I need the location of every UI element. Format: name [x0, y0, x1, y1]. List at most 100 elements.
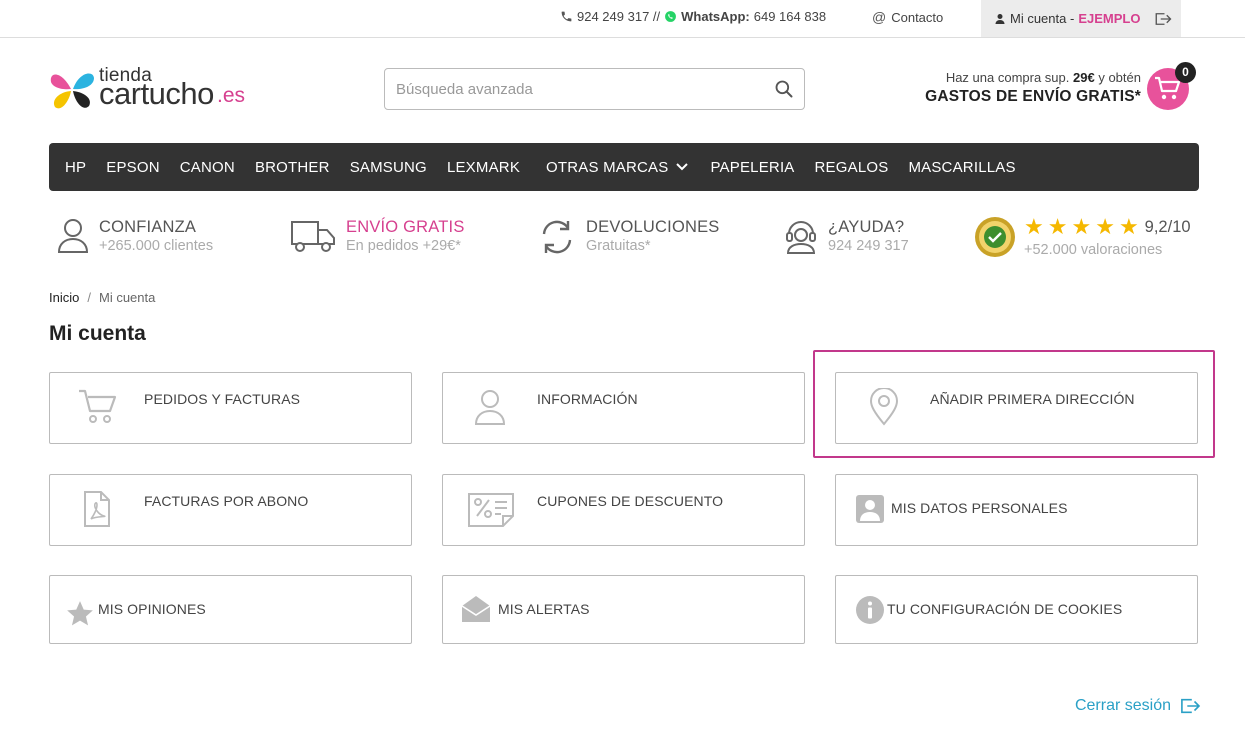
feature-confianza: CONFIANZA +265.000 clientes [57, 218, 213, 254]
feature-subtitle: Gratuitas* [586, 238, 651, 254]
nav-item-brother[interactable]: BROTHER [255, 159, 330, 176]
user-icon [474, 390, 506, 425]
whatsapp-icon [665, 11, 677, 22]
tile-cupones[interactable]: CUPONES DE DESCUENTO [442, 474, 805, 546]
tile-alertas[interactable]: MIS ALERTAS [442, 575, 805, 644]
nav-item-lexmark[interactable]: LEXMARK [447, 159, 520, 176]
tile-cookies[interactable]: TU CONFIGURACIÓN DE COOKIES [835, 575, 1198, 644]
tile-opiniones[interactable]: MIS OPINIONES [49, 575, 412, 644]
logout-label: Cerrar sesión [1074, 697, 1171, 714]
pdf-file-icon [84, 491, 110, 527]
free-shipping-promo: Haz una compra sup. 29€ y obtén GASTOS D… [925, 70, 1141, 106]
feature-subtitle: 924 249 317 [828, 238, 909, 254]
feature-subtitle: En pedidos +29€* [346, 238, 461, 254]
refresh-icon [542, 220, 572, 254]
tile-label: CUPONES DE DESCUENTO [537, 493, 724, 509]
tile-label: INFORMACIÓN [537, 391, 638, 407]
feature-subtitle: +265.000 clientes [99, 238, 214, 254]
rating-block[interactable]: ★ ★ ★ ★ ★ 9,2/10 +52.000 valoraciones [974, 216, 1191, 258]
phone-icon [561, 11, 572, 22]
breadcrumb-current: Mi cuenta [98, 290, 156, 305]
account-label: Mi cuenta - [1010, 11, 1075, 26]
breadcrumb-separator: / [87, 290, 91, 305]
search-icon[interactable] [774, 79, 794, 99]
logout-icon [1181, 698, 1201, 714]
cart-count-badge: 0 [1175, 62, 1196, 83]
top-bar: 924 249 317 // WhatsApp: 649 164 838 @ C… [0, 0, 1245, 38]
account-menu[interactable]: Mi cuenta - EJEMPLO [981, 0, 1181, 37]
user-icon [995, 13, 1005, 24]
promo-amount: 29€ [1073, 70, 1095, 85]
promo-line2: GASTOS DE ENVÍO GRATIS* [925, 88, 1141, 105]
whatsapp-number: 649 164 838 [753, 9, 827, 24]
feature-title: ¿AYUDA? [828, 218, 905, 236]
nav-item-hp[interactable]: HP [65, 159, 86, 176]
cart-icon [79, 389, 117, 423]
tile-label: MIS ALERTAS [498, 601, 590, 617]
coupon-icon [468, 493, 514, 527]
star-icon: ★ [1071, 214, 1092, 239]
phone-number: 924 249 317 // [577, 9, 661, 24]
topbar-phone[interactable]: 924 249 317 // WhatsApp: 649 164 838 [560, 9, 826, 24]
rating-stars: ★ ★ ★ ★ ★ [1024, 216, 1139, 238]
nav-item-regalos[interactable]: REGALOS [815, 159, 889, 176]
feature-envio-gratis: ENVÍO GRATIS En pedidos +29€* [290, 218, 465, 254]
main-nav: HP EPSON CANON BROTHER SAMSUNG LEXMARK O… [49, 143, 1199, 191]
search-input[interactable] [385, 69, 755, 109]
tile-label: MIS OPINIONES [98, 601, 206, 617]
user-icon [57, 219, 89, 253]
tile-datos-personales[interactable]: MIS DATOS PERSONALES [835, 474, 1198, 546]
breadcrumb-home[interactable]: Inicio [49, 290, 79, 305]
nav-item-mascarillas[interactable]: MASCARILLAS [908, 159, 1015, 176]
promo-line1-post: y obtén [1098, 70, 1141, 85]
logo-text-cartucho: cartucho [99, 76, 214, 111]
tile-pedidos-facturas[interactable]: PEDIDOS Y FACTURAS [49, 372, 412, 444]
id-card-icon [856, 495, 884, 523]
site-logo[interactable]: tienda cartucho .es [49, 65, 279, 112]
account-username: EJEMPLO [1078, 11, 1141, 26]
contact-label: Contacto [891, 9, 944, 25]
tile-label: AÑADIR PRIMERA DIRECCIÓN [930, 391, 1135, 407]
nav-item-papeleria[interactable]: PAPELERIA [710, 159, 794, 176]
star-icon [67, 601, 93, 626]
info-icon [856, 596, 884, 624]
location-pin-icon [869, 388, 899, 426]
logo-text-es: .es [217, 84, 246, 107]
feature-title: ENVÍO GRATIS [346, 218, 465, 236]
tile-label: PEDIDOS Y FACTURAS [144, 391, 301, 407]
tile-informacion[interactable]: INFORMACIÓN [442, 372, 805, 444]
nav-item-otras-marcas-label: OTRAS MARCAS [546, 158, 669, 176]
whatsapp-label: WhatsApp: [681, 9, 750, 24]
feature-devoluciones: DEVOLUCIONES Gratuitas* [538, 218, 720, 256]
headset-icon [786, 221, 816, 254]
search-box [384, 68, 805, 110]
at-icon: @ [872, 9, 887, 25]
truck-icon [291, 221, 335, 252]
feature-title: CONFIANZA [99, 218, 197, 236]
nav-item-samsung[interactable]: SAMSUNG [350, 159, 427, 176]
breadcrumb: Inicio / Mi cuenta [49, 290, 155, 305]
star-icon: ★ [1024, 214, 1044, 239]
nav-item-epson[interactable]: EPSON [106, 159, 160, 176]
logout-icon[interactable] [1154, 11, 1172, 27]
logout-link[interactable]: Cerrar sesión [1075, 697, 1201, 715]
tile-anadir-direccion[interactable]: AÑADIR PRIMERA DIRECCIÓN [835, 372, 1198, 444]
tile-label: TU CONFIGURACIÓN DE COOKIES [887, 601, 1123, 617]
envelope-icon [461, 596, 491, 622]
rating-count: +52.000 valoraciones [1024, 242, 1163, 258]
feature-ayuda: ¿AYUDA? 924 249 317 [784, 218, 909, 254]
chevron-down-icon [676, 163, 689, 171]
page-title: Mi cuenta [49, 322, 146, 345]
feature-title: DEVOLUCIONES [586, 218, 720, 236]
tile-facturas-abono[interactable]: FACTURAS POR ABONO [49, 474, 412, 546]
features-strip: CONFIANZA +265.000 clientes ENVÍO GRATIS… [0, 210, 1245, 270]
contact-link[interactable]: @ Contacto [872, 9, 943, 25]
tile-label: MIS DATOS PERSONALES [891, 500, 1068, 516]
nav-item-otras-marcas[interactable]: OTRAS MARCAS [546, 158, 689, 176]
rating-score: 9,2/10 [1144, 217, 1191, 236]
star-icon: ★ [1095, 214, 1115, 239]
star-icon: ★ [1118, 214, 1139, 239]
star-icon: ★ [1047, 214, 1068, 239]
nav-item-canon[interactable]: CANON [180, 159, 235, 176]
promo-line1-pre: Haz una compra sup. [945, 70, 1070, 85]
